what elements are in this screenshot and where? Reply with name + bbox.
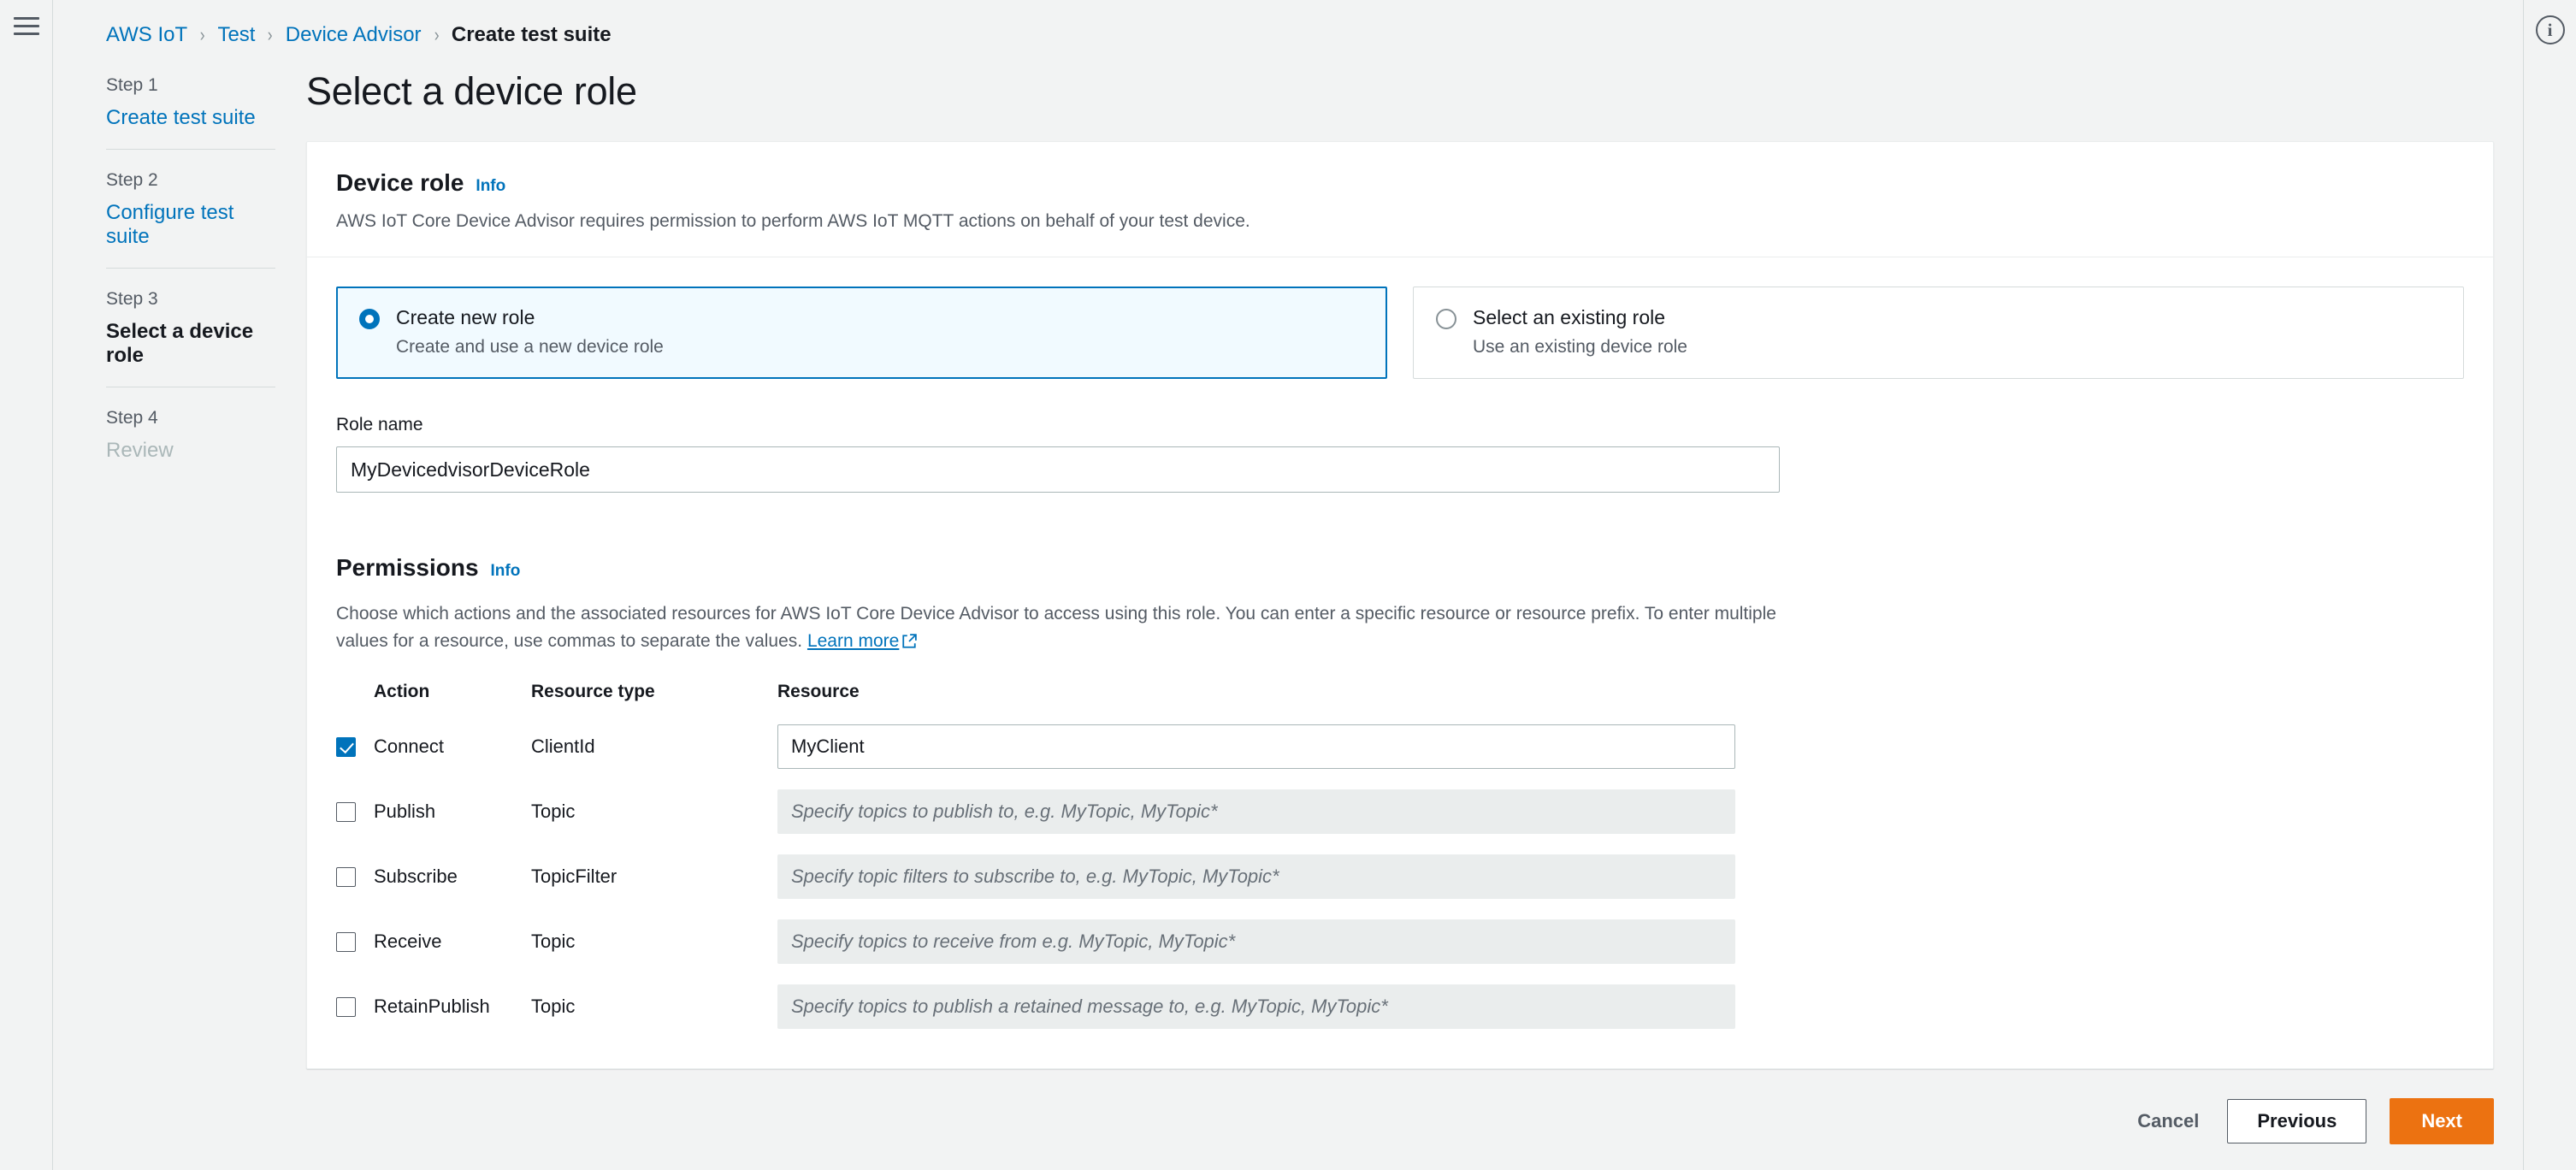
sidebar-item-select-a-device-role: Select a device role [106, 320, 254, 367]
wizard-step-4: Step 4 Review [106, 387, 275, 482]
step-number: Step 4 [106, 408, 158, 428]
radio-sublabel: Use an existing device role [1473, 337, 1687, 358]
resource-input-receive[interactable] [777, 919, 1735, 965]
permissions-table: Action Resource type Resource Connect Cl… [336, 682, 2464, 1068]
sidebar-item-create-test-suite[interactable]: Create test suite [106, 106, 275, 130]
previous-button[interactable]: Previous [2227, 1099, 2367, 1144]
radio-card-create-new-role[interactable]: Create new role Create and use a new dev… [336, 287, 1387, 380]
checkbox-publish[interactable] [336, 801, 356, 822]
action-label: Receive [374, 931, 442, 953]
hamburger-menu-icon[interactable] [13, 17, 39, 35]
action-label: RetainPublish [374, 996, 490, 1018]
resource-input-subscribe[interactable] [777, 854, 1735, 900]
action-label: Connect [374, 736, 444, 758]
breadcrumb: AWS IoT › Test › Device Advisor › Create… [106, 22, 2576, 48]
wizard-steps-sidebar: Step 1 Create test suite Step 2 Configur… [106, 72, 306, 1170]
info-link-permissions[interactable]: Info [491, 562, 521, 581]
next-button[interactable]: Next [2390, 1098, 2494, 1145]
step-number: Step 3 [106, 289, 158, 309]
app-root: AWS IoT › Test › Device Advisor › Create… [0, 0, 2576, 1170]
right-info-rail: i [2523, 0, 2576, 1170]
sidebar-item-review: Review [106, 439, 174, 462]
permissions-section-header: Permissions Info [336, 554, 2464, 582]
external-link-icon [902, 633, 918, 648]
page-title: Select a device role [306, 69, 637, 113]
column-header-action: Action [374, 682, 430, 702]
table-row: RetainPublish Topic [336, 974, 2464, 1039]
breadcrumb-item-device-advisor[interactable]: Device Advisor [286, 23, 422, 47]
breadcrumb-item-create-test-suite: Create test suite [451, 23, 612, 46]
step-number: Step 1 [106, 75, 158, 95]
cancel-button[interactable]: Cancel [2132, 1102, 2204, 1141]
checkbox-receive[interactable] [336, 931, 356, 952]
resource-type-label: ClientId [531, 736, 595, 758]
checkbox-subscribe[interactable] [336, 866, 356, 887]
breadcrumb-separator-icon: › [199, 24, 205, 45]
wizard-step-1: Step 1 Create test suite [106, 75, 275, 149]
breadcrumb-item-aws-iot[interactable]: AWS IoT [106, 23, 187, 47]
left-nav-rail [0, 0, 53, 1170]
learn-more-label: Learn more [806, 630, 900, 651]
action-label: Publish [374, 801, 436, 823]
device-role-section-header: Device role Info [336, 169, 2464, 197]
learn-more-link[interactable]: Learn more [806, 628, 918, 655]
main-form: Select a device role Device role Info AW… [306, 72, 2576, 1170]
table-row: Receive Topic [336, 909, 2464, 974]
breadcrumb-item-test[interactable]: Test [217, 23, 255, 47]
resource-type-label: Topic [531, 801, 576, 823]
device-role-options: Create new role Create and use a new dev… [336, 287, 2464, 380]
checkbox-retainpublish[interactable] [336, 996, 356, 1017]
checkbox-connect[interactable] [336, 736, 356, 757]
permissions-description: Choose which actions and the associated … [336, 600, 1785, 654]
resource-type-label: Topic [531, 996, 576, 1018]
radio-label: Create new role [396, 306, 535, 329]
table-row: Publish Topic [336, 779, 2464, 844]
table-row: Connect ClientId [336, 714, 2464, 779]
column-header-resource: Resource [777, 682, 860, 702]
section-title: Permissions [336, 554, 479, 582]
radio-button-icon[interactable] [359, 309, 380, 330]
wizard-step-2: Step 2 Configure test suite [106, 149, 275, 268]
section-title: Device role [336, 169, 464, 196]
wizard-step-3: Step 3 Select a device role [106, 268, 275, 387]
role-name-input[interactable] [336, 446, 1780, 493]
radio-button-icon[interactable] [1436, 309, 1456, 330]
radio-label: Select an existing role [1473, 306, 1666, 329]
table-header-row: Action Resource type Resource [336, 682, 2464, 702]
role-name-field: Role name [336, 415, 2464, 493]
info-link-device-role[interactable]: Info [476, 177, 505, 196]
role-name-label: Role name [336, 415, 423, 435]
radio-card-select-existing-role[interactable]: Select an existing role Use an existing … [1413, 287, 2464, 380]
resource-input-publish[interactable] [777, 789, 1735, 835]
permissions-section: Permissions Info Choose which actions an… [336, 554, 2464, 1068]
device-role-panel: Device role Info AWS IoT Core Device Adv… [306, 141, 2494, 1070]
table-row: Subscribe TopicFilter [336, 844, 2464, 909]
step-number: Step 2 [106, 170, 158, 190]
action-label: Subscribe [374, 866, 458, 888]
breadcrumb-separator-icon: › [268, 24, 274, 45]
column-header-resource-type: Resource type [531, 682, 655, 702]
resource-type-label: TopicFilter [531, 866, 617, 888]
wizard-footer: Cancel Previous Next [306, 1098, 2494, 1170]
info-circle-icon[interactable]: i [2535, 15, 2565, 44]
permissions-description-text: Choose which actions and the associated … [336, 604, 1776, 651]
breadcrumb-separator-icon: › [434, 24, 440, 45]
device-role-description: AWS IoT Core Device Advisor requires per… [336, 211, 1250, 231]
sidebar-item-configure-test-suite[interactable]: Configure test suite [106, 201, 275, 249]
resource-input-retainpublish[interactable] [777, 984, 1735, 1030]
resource-type-label: Topic [531, 931, 576, 953]
resource-input-connect[interactable] [777, 724, 1735, 770]
radio-sublabel: Create and use a new device role [396, 337, 664, 358]
content-area: AWS IoT › Test › Device Advisor › Create… [53, 0, 2576, 1170]
